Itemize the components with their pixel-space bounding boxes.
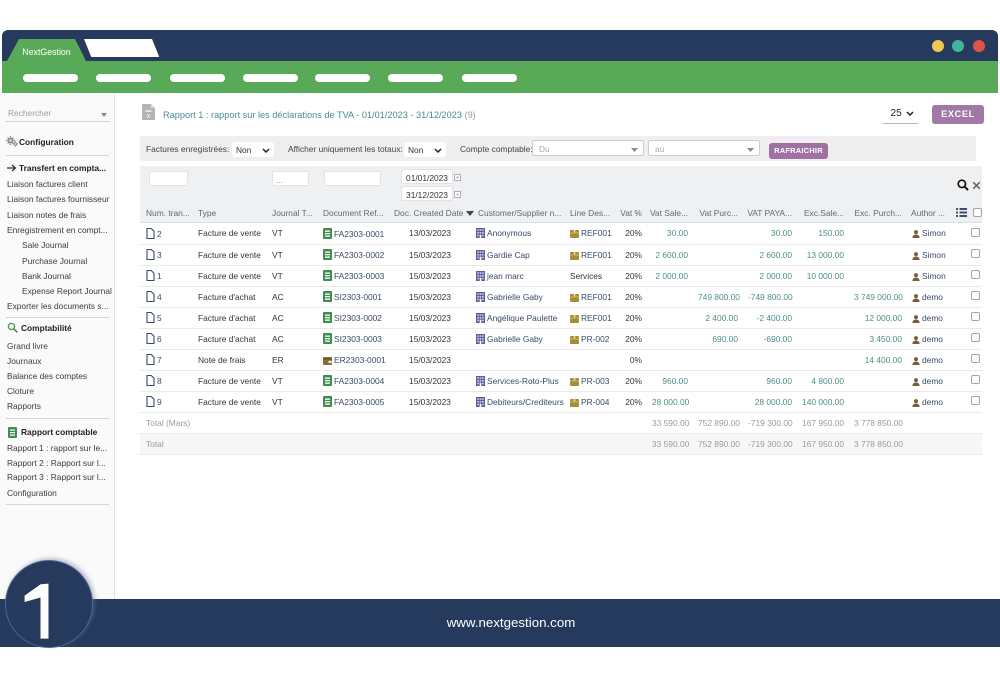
svg-text:x: x	[147, 111, 151, 120]
